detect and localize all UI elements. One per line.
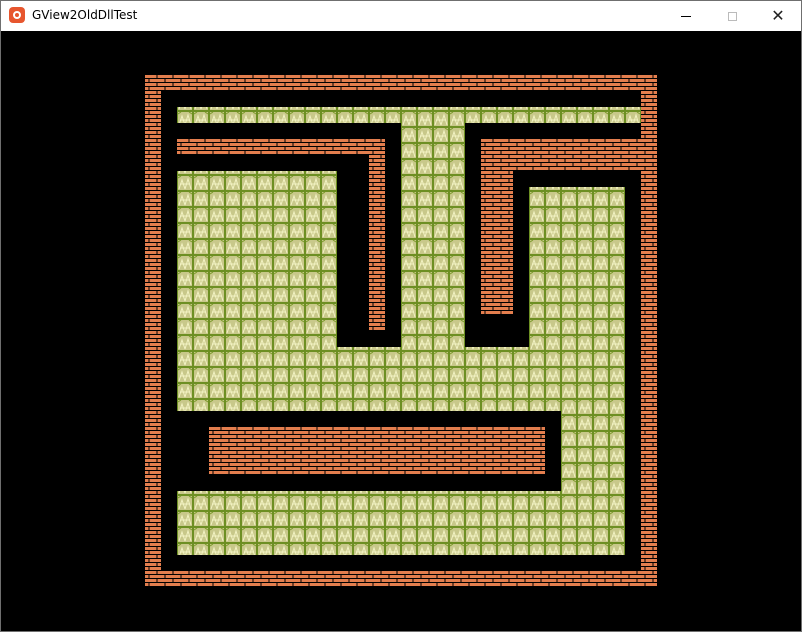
window-title: GView2OldDllTest — [32, 8, 138, 22]
maximize-icon — [727, 11, 737, 21]
app-window: GView2OldDllTest ✕ — [0, 0, 802, 632]
tile-map — [145, 75, 657, 587]
grass-tiles — [177, 107, 641, 555]
minimize-icon — [681, 15, 691, 17]
monogame-app-icon — [9, 7, 25, 23]
close-icon: ✕ — [771, 6, 785, 25]
maximize-button[interactable] — [709, 1, 755, 31]
title-bar[interactable]: GView2OldDllTest ✕ — [1, 1, 801, 31]
close-button[interactable]: ✕ — [755, 1, 801, 31]
game-viewport[interactable] — [1, 31, 801, 631]
minimize-button[interactable] — [663, 1, 709, 31]
